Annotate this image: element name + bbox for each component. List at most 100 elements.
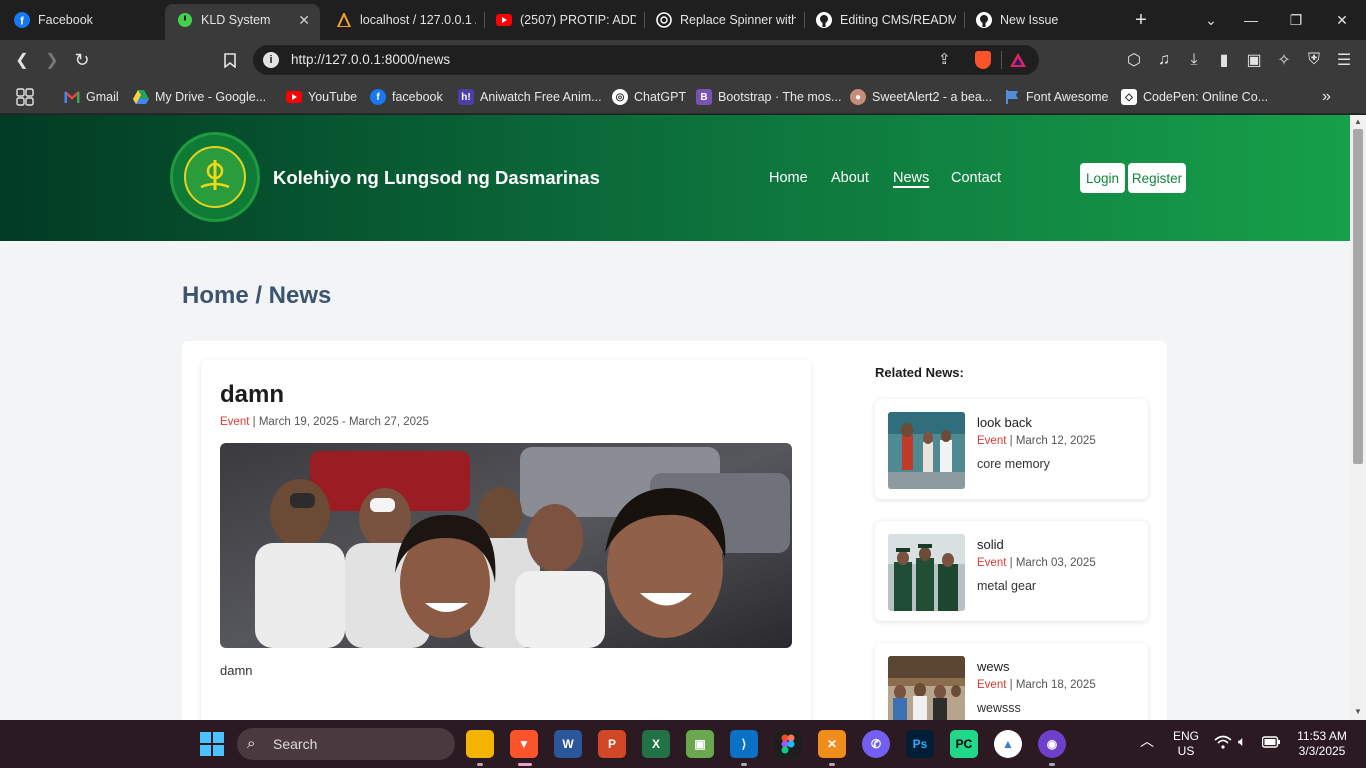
leo-ai-icon[interactable]: ✧ bbox=[1272, 48, 1296, 72]
bookmark-chatgpt[interactable]: ◎ ChatGPT bbox=[612, 88, 686, 106]
browser-toolbar: ❮ ❯ ↻ i http://127.0.0.1:8000/news ⇪ ⬡ ♫… bbox=[0, 40, 1366, 80]
register-button[interactable]: Register bbox=[1128, 163, 1186, 193]
tab-search-chevron-icon[interactable]: ⌄ bbox=[1189, 0, 1233, 40]
bookmark-facebook[interactable]: f facebook bbox=[370, 88, 443, 106]
related-news-thumbnail[interactable] bbox=[888, 412, 965, 489]
article-title: damn bbox=[220, 381, 285, 408]
bookmark-sweetalert[interactable]: ● SweetAlert2 - a bea... bbox=[850, 88, 992, 106]
sidebar-icon[interactable]: ▮ bbox=[1212, 48, 1236, 72]
scrollbar-thumb[interactable] bbox=[1353, 129, 1363, 464]
battery-icon[interactable] bbox=[1261, 736, 1280, 752]
bookmark-gmail[interactable]: Gmail bbox=[64, 88, 119, 106]
bookmark-youtube[interactable]: YouTube bbox=[286, 88, 357, 106]
extensions-icon[interactable]: ⬡ bbox=[1122, 48, 1146, 72]
word-icon[interactable]: W bbox=[554, 730, 582, 758]
related-news-title[interactable]: look back bbox=[977, 415, 1032, 430]
reload-button[interactable]: ↻ bbox=[70, 48, 94, 72]
page-viewport: Kolehiyo ng Lungsod ng Dasmarinas Home A… bbox=[0, 115, 1350, 720]
tab-github-new-issue[interactable]: New Issue bbox=[976, 4, 1106, 36]
address-bar[interactable]: i http://127.0.0.1:8000/news ⇪ bbox=[253, 45, 1039, 75]
vpn-shield-icon[interactable]: ⛨ bbox=[1302, 48, 1326, 72]
downloads-icon[interactable]: ⤓ bbox=[1182, 48, 1206, 72]
school-logo[interactable] bbox=[170, 132, 260, 222]
bookmark-icon[interactable] bbox=[218, 48, 242, 72]
back-button[interactable]: ❮ bbox=[10, 48, 34, 72]
scroll-down-icon[interactable]: ▼ bbox=[1353, 707, 1363, 717]
related-news-card[interactable]: wews Event | March 18, 2025 wewsss bbox=[875, 643, 1148, 720]
wifi-icon[interactable] bbox=[1214, 735, 1232, 753]
article-category: Event bbox=[220, 416, 250, 428]
article-image[interactable] bbox=[220, 443, 792, 648]
tab-chatgpt[interactable]: Replace Spinner with bbox=[656, 4, 796, 36]
github-desktop-icon[interactable]: ◉ bbox=[1038, 730, 1066, 758]
bookmark-drive[interactable]: My Drive - Google... bbox=[133, 88, 266, 106]
brave-shields-icon[interactable] bbox=[975, 51, 991, 69]
xampp-icon[interactable]: ✕ bbox=[818, 730, 846, 758]
wallet-icon[interactable]: ▣ bbox=[1242, 48, 1266, 72]
bookmark-codepen[interactable]: ◇ CodePen: Online Co... bbox=[1121, 88, 1268, 106]
nav-about[interactable]: About bbox=[831, 170, 869, 186]
virtualbox-icon[interactable]: ▣ bbox=[686, 730, 714, 758]
login-button[interactable]: Login bbox=[1080, 163, 1125, 193]
related-news-card[interactable]: look back Event | March 12, 2025 core me… bbox=[875, 399, 1148, 499]
tab-title: New Issue bbox=[1000, 13, 1059, 27]
scroll-up-icon[interactable]: ▲ bbox=[1353, 117, 1363, 127]
tab-title: Facebook bbox=[38, 13, 93, 27]
nav-contact[interactable]: Contact bbox=[951, 170, 1001, 186]
drive-icon bbox=[133, 89, 149, 105]
more-bookmarks-icon[interactable]: » bbox=[1322, 88, 1331, 106]
bookmark-bootstrap[interactable]: B Bootstrap · The mos... bbox=[696, 88, 841, 106]
powerpoint-icon[interactable]: P bbox=[598, 730, 626, 758]
file-explorer-icon[interactable] bbox=[466, 730, 494, 758]
related-news-title[interactable]: solid bbox=[977, 537, 1004, 552]
photoshop-icon[interactable]: Ps bbox=[906, 730, 934, 758]
restore-button[interactable]: ❐ bbox=[1274, 0, 1318, 40]
github-icon bbox=[816, 12, 832, 28]
brave-rewards-icon[interactable] bbox=[1009, 52, 1027, 73]
brave-browser-icon[interactable]: ▼ bbox=[510, 730, 538, 758]
url-text[interactable]: http://127.0.0.1:8000/news bbox=[291, 52, 450, 67]
tray-chevron-icon[interactable]: ︿ bbox=[1140, 734, 1154, 749]
site-info-icon[interactable]: i bbox=[263, 52, 279, 68]
taskbar-search[interactable]: ⌕ Search bbox=[237, 728, 455, 760]
page-scrollbar[interactable]: ▲ ▼ bbox=[1350, 115, 1366, 720]
site-title[interactable]: Kolehiyo ng Lungsod ng Dasmarinas bbox=[273, 167, 600, 189]
nav-news[interactable]: News bbox=[893, 170, 929, 186]
apps-grid-icon[interactable] bbox=[16, 88, 34, 106]
figma-icon[interactable] bbox=[774, 730, 802, 758]
share-icon[interactable]: ⇪ bbox=[938, 50, 951, 68]
android-studio-icon[interactable]: ▲ bbox=[994, 730, 1022, 758]
forward-button[interactable]: ❯ bbox=[40, 48, 64, 72]
viber-icon[interactable]: ✆ bbox=[862, 730, 890, 758]
related-news-card[interactable]: solid Event | March 03, 2025 metal gear bbox=[875, 521, 1148, 621]
clock[interactable]: 11:53 AM 3/3/2025 bbox=[1290, 729, 1354, 759]
school-seal-icon bbox=[184, 146, 246, 208]
windows-taskbar: ⌕ Search ▼ W P X ▣ ⟩ ✕ ✆ Ps PC ▲ ◉ ︿ ENG… bbox=[0, 720, 1366, 768]
close-tab-icon[interactable]: ✕ bbox=[298, 12, 310, 29]
related-news-thumbnail[interactable] bbox=[888, 534, 965, 611]
tab-facebook[interactable]: f Facebook bbox=[14, 4, 154, 36]
vscode-icon[interactable]: ⟩ bbox=[730, 730, 758, 758]
bootstrap-icon: B bbox=[696, 89, 712, 105]
menu-icon[interactable]: ☰ bbox=[1332, 48, 1356, 72]
excel-icon[interactable]: X bbox=[642, 730, 670, 758]
close-window-button[interactable]: ✕ bbox=[1320, 0, 1364, 40]
minimize-button[interactable]: — bbox=[1229, 0, 1273, 40]
bookmark-aniwatch[interactable]: h! Aniwatch Free Anim... bbox=[458, 88, 602, 106]
tab-phpmyadmin[interactable]: localhost / 127.0.0.1 / bbox=[336, 4, 476, 36]
bookmark-fontawesome[interactable]: Font Awesome bbox=[1004, 88, 1108, 106]
article-meta: Event | March 19, 2025 - March 27, 2025 bbox=[220, 416, 429, 428]
related-news-meta: Event | March 03, 2025 bbox=[977, 557, 1096, 569]
related-news-title[interactable]: wews bbox=[977, 659, 1010, 674]
tab-kld-system[interactable]: KLD System ✕ bbox=[165, 4, 320, 40]
tab-github-editing[interactable]: Editing CMS/READM bbox=[816, 4, 956, 36]
media-icon[interactable]: ♫ bbox=[1152, 48, 1176, 72]
volume-icon[interactable]: 🔈︎ bbox=[1238, 734, 1246, 749]
nav-home[interactable]: Home bbox=[769, 170, 808, 186]
language-indicator[interactable]: ENG US bbox=[1170, 729, 1202, 759]
pycharm-icon[interactable]: PC bbox=[950, 730, 978, 758]
new-tab-button[interactable]: + bbox=[1119, 0, 1163, 40]
windows-start-icon[interactable] bbox=[198, 730, 226, 758]
tab-youtube[interactable]: (2507) PROTIP: ADD bbox=[496, 4, 636, 36]
related-news-thumbnail[interactable] bbox=[888, 656, 965, 720]
